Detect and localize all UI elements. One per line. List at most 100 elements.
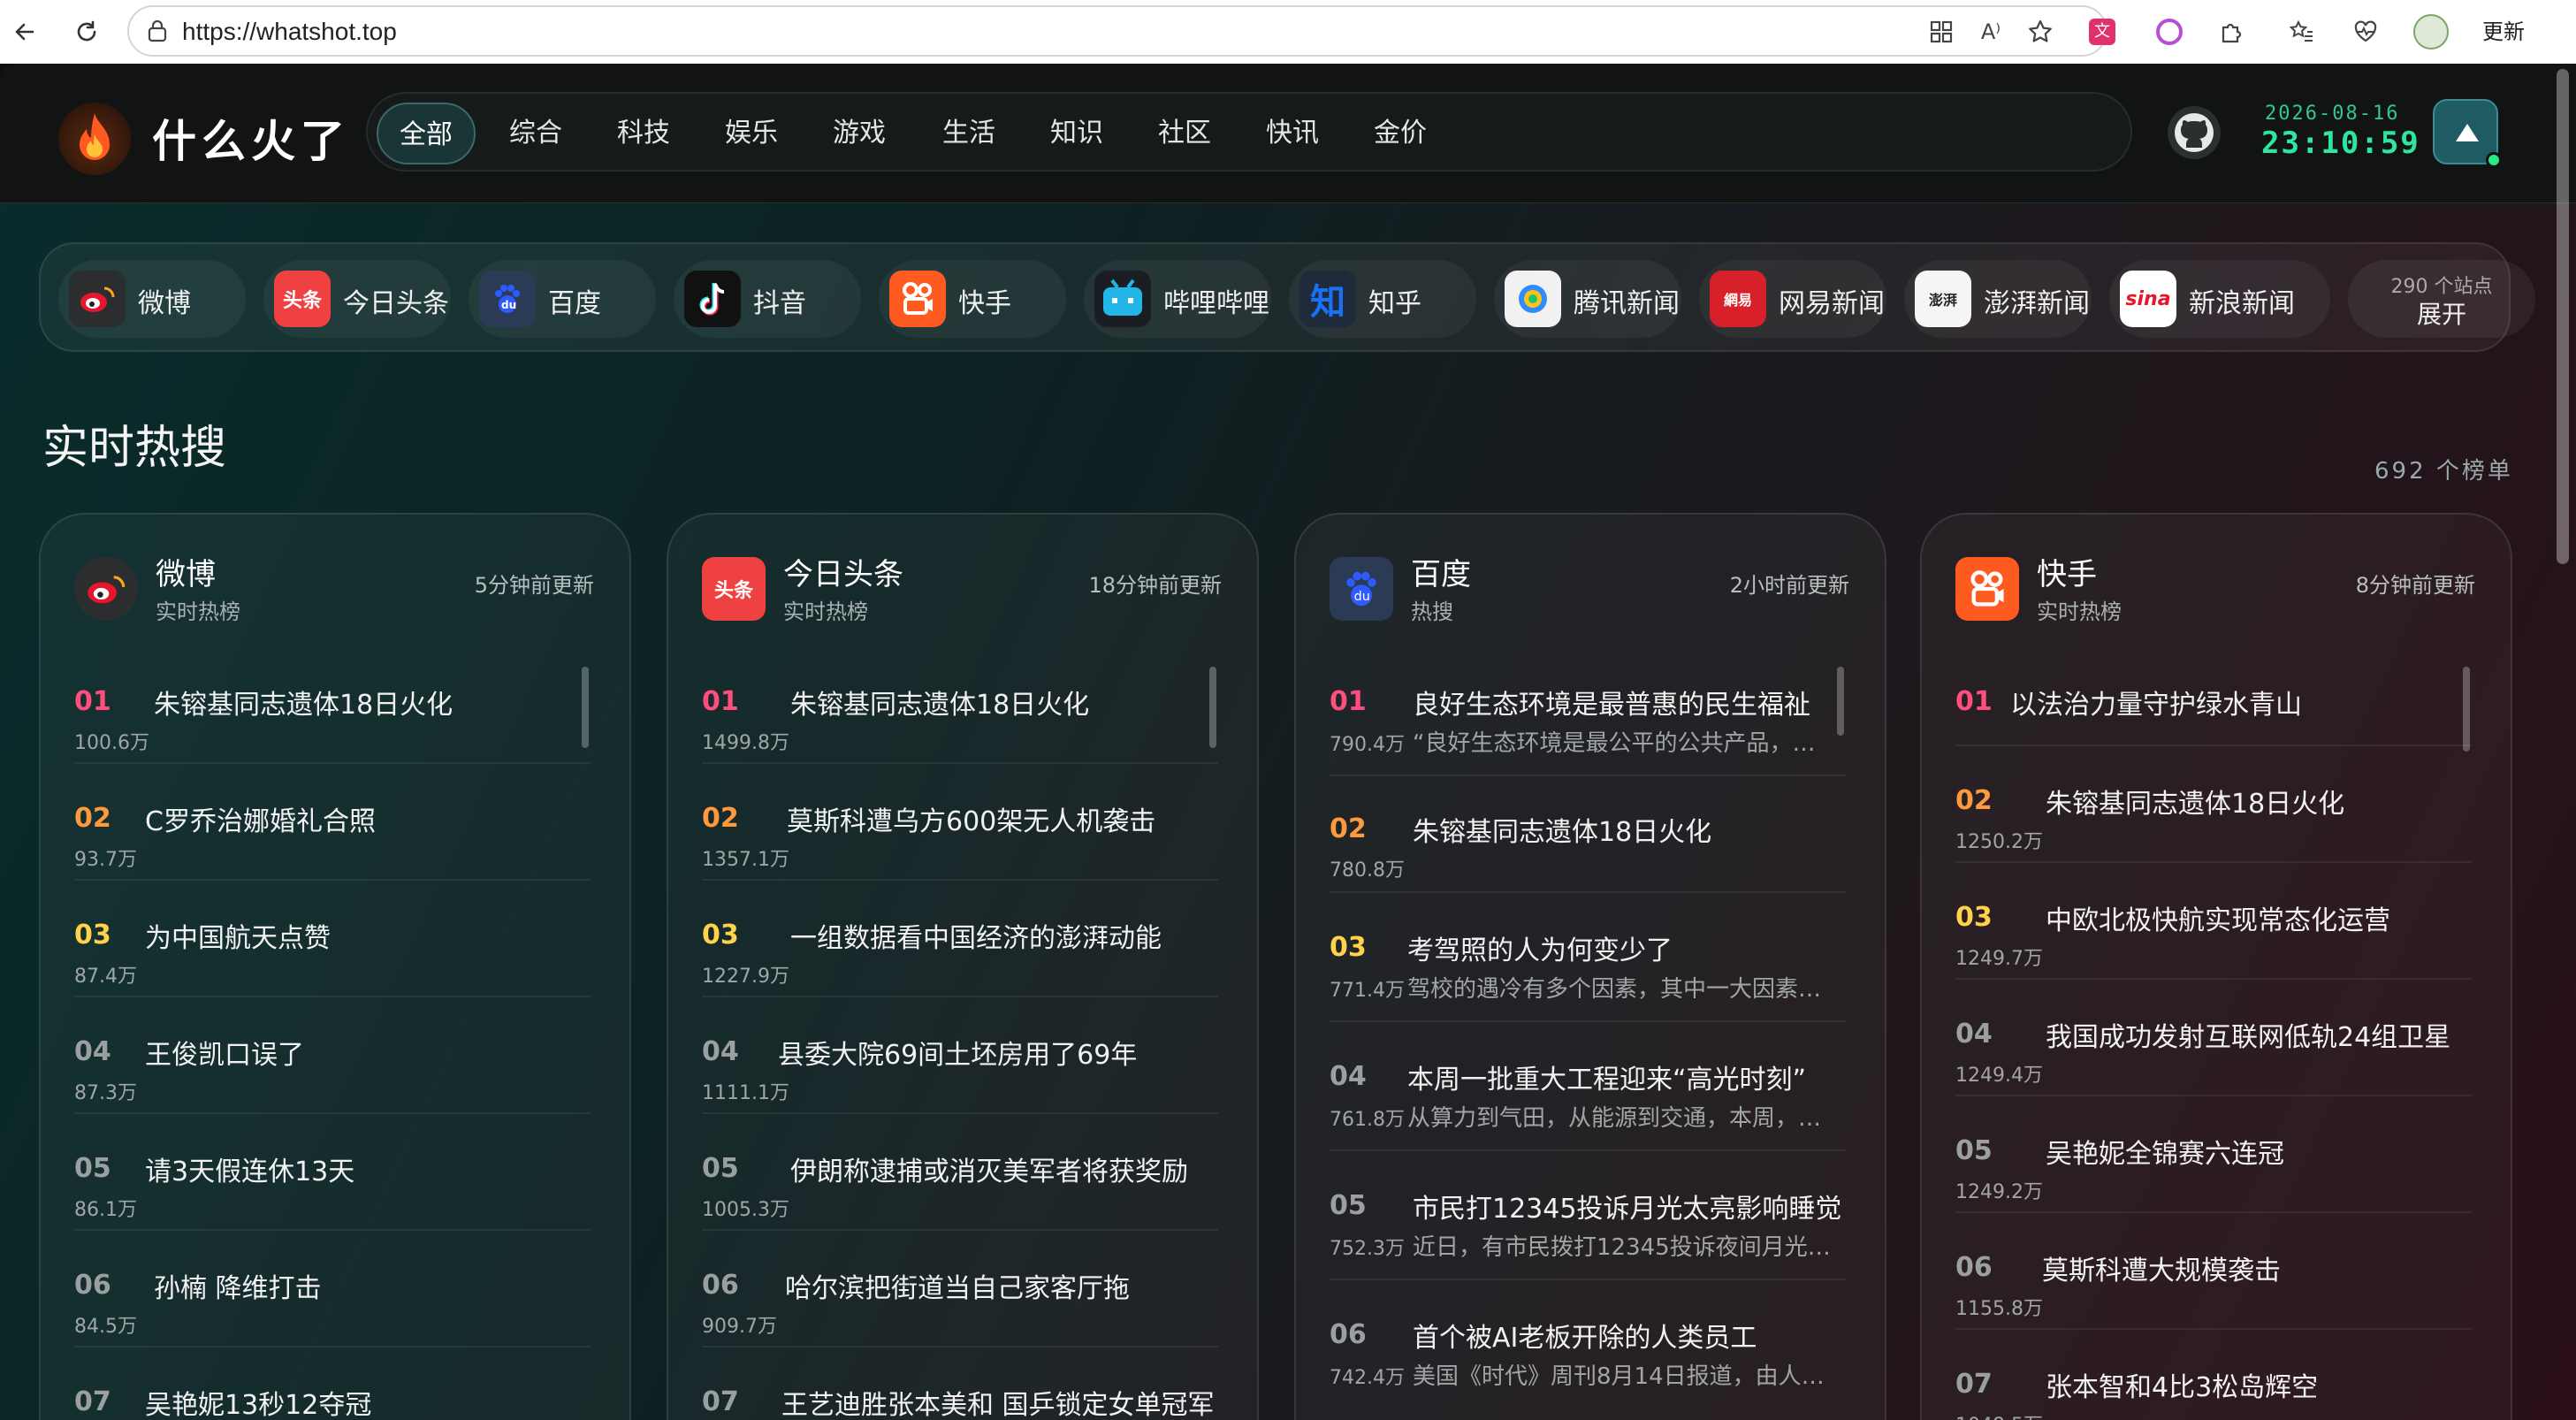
card-title[interactable]: 今日头条 [783,550,903,593]
platform-chip-tencent-news[interactable]: 腾讯新闻 [1494,260,1681,338]
nav-tab-general[interactable]: 综合 [486,103,585,164]
platform-chip-kuaishou[interactable]: 快手 [879,260,1066,338]
nav-tab-games[interactable]: 游戏 [810,103,909,164]
nav-tab-life[interactable]: 生活 [919,103,1018,164]
platform-chip-label: 网易新闻 [1779,288,1885,319]
hot-item[interactable]: 01 朱镕基同志遗体18日火化 100.6万 [74,647,591,764]
favorite-star-icon[interactable] [2021,12,2060,51]
back-icon[interactable] [5,12,44,51]
github-icon[interactable] [2168,106,2221,159]
category-nav: 全部 综合 科技 娱乐 游戏 生活 知识 社区 快讯 金价 [366,92,2132,172]
hot-item[interactable]: 06 首个被AI老板开除的人类员工 742.4万 美国《时代》周刊8月14日报道，由人… [1330,1280,1846,1409]
nav-tab-all[interactable]: 全部 [377,103,476,164]
rank-number: 01 [74,686,111,717]
card-title[interactable]: 快手 [2037,550,2097,593]
nav-tab-knowledge[interactable]: 知识 [1027,103,1126,164]
platform-chip-baidu[interactable]: du 百度 [469,260,656,338]
nav-tab-entertainment[interactable]: 娱乐 [702,103,801,164]
hot-item-heat: 1499.8万 [702,732,789,754]
platform-chip-zhihu[interactable]: 知 知乎 [1289,260,1476,338]
hot-item[interactable]: 03 中欧北极快航实现常态化运营 1249.7万 [1955,863,2472,980]
reload-icon[interactable] [67,12,106,51]
hot-item[interactable]: 04 王俊凯口误了 87.3万 [74,997,591,1114]
hot-item[interactable]: 05 吴艳妮全锦赛六连冠 1249.2万 [1955,1096,2472,1213]
rank-number: 02 [74,803,111,834]
translate-extension-icon[interactable]: 文 [2083,12,2122,51]
rank-number: 05 [1955,1135,1993,1166]
hot-item[interactable]: 07 张本智和4比3松岛辉空1048.5万 [1955,1330,2472,1420]
nav-tab-flash[interactable]: 快讯 [1243,103,1342,164]
total-lists-count: 692 个榜单 [2374,458,2513,485]
hot-item[interactable]: 07 吴艳妮13秒12夺冠 [74,1347,591,1420]
hot-item[interactable]: 01 以法治力量守护绿水青山 [1955,647,2472,746]
extensions-puzzle-icon[interactable] [2212,12,2251,51]
hot-item[interactable]: 01 朱镕基同志遗体18日火化 1499.8万 [702,647,1218,764]
hot-item[interactable]: 06 莫斯科遭大规模袭击 1155.8万 [1955,1213,2472,1330]
hot-item[interactable]: 04 县委大院69间土坯房用了69年 1111.1万 [702,997,1218,1114]
platform-chip-thepaper[interactable]: 澎湃 澎湃新闻 [1904,260,2092,338]
update-button[interactable]: 更新 [2482,14,2525,45]
hot-item[interactable]: 04 本周一批重大工程迎来“高光时刻” 761.8万 从算力到气田，从能源到交通，本周… [1330,1022,1846,1151]
health-heart-icon[interactable] [2346,12,2385,51]
nav-tab-community[interactable]: 社区 [1135,103,1234,164]
hot-item-heat: 909.7万 [702,1316,777,1338]
hot-item-title: 王俊凯口误了 [145,1040,304,1071]
rank-number: 07 [74,1386,111,1417]
platform-chip-bilibili[interactable]: 哔哩哔哩 [1084,260,1271,338]
hot-item[interactable]: 03 为中国航天点赞 87.4万 [74,881,591,997]
extension-badge-icon[interactable] [2150,12,2189,51]
hot-item-heat: 86.1万 [74,1199,137,1221]
rank-number: 04 [1330,1061,1367,1092]
card-title[interactable]: 百度 [1411,550,1471,593]
hot-item[interactable]: 02 朱镕基同志遗体18日火化 1250.2万 [1955,746,2472,863]
hot-item[interactable]: 02 莫斯科遭乌方600架无人机袭击 1357.1万 [702,764,1218,881]
address-bar[interactable]: https://whatshot.top [127,5,2107,57]
hot-item[interactable]: 03 考驾照的人为何变少了 771.4万 驾校的遇冷有多个因素，其中一大因素… [1330,893,1846,1022]
hot-item-heat: 1005.3万 [702,1199,789,1221]
clock-date: 2026-08-16 [2265,103,2400,125]
flame-logo-icon[interactable] [58,103,131,175]
hot-item[interactable]: 01 良好生态环境是最普惠的民生福祉 790.4万 “良好生态环境是最公平的公共产品，… [1330,647,1846,776]
profile-avatar-icon[interactable] [2412,12,2450,51]
hot-item-title: 首个被AI老板开除的人类员工 [1413,1323,1757,1354]
card-title[interactable]: 微博 [156,550,216,593]
platform-chip-label: 澎湃新闻 [1984,288,2090,319]
hot-item[interactable]: 03 一组数据看中国经济的澎湃动能 1227.9万 [702,881,1218,997]
platform-chip-douyin[interactable]: 抖音 [674,260,861,338]
page-scrollbar[interactable] [2557,69,2569,564]
user-avatar[interactable] [2433,99,2502,168]
platform-chip-sina-news[interactable]: sina 新浪新闻 [2109,260,2330,338]
platform-chip-netease-news[interactable]: 網易 网易新闻 [1699,260,1886,338]
hot-item[interactable]: 02 朱镕基同志遗体18日火化 780.8万 [1330,776,1846,893]
sina-news-icon: sina [2120,271,2176,327]
card-updated-time: 5分钟前更新 [474,573,594,598]
hot-item-title: 市民打12345投诉月光太亮影响睡觉 [1413,1194,1842,1225]
hot-item[interactable]: 05 伊朗称逮捕或消灭美军者将获奖励 1005.3万 [702,1114,1218,1231]
favorites-list-icon[interactable] [2283,12,2321,51]
hot-item-heat: 761.8万 [1330,1109,1405,1131]
douyin-icon [684,271,741,327]
hot-item[interactable]: 05 请3天假连休13天 86.1万 [74,1114,591,1231]
hot-item-title: 县委大院69间土坯房用了69年 [778,1040,1138,1071]
thepaper-icon: 澎湃 [1915,271,1971,327]
rank-number: 05 [702,1153,739,1184]
hot-item-heat: 93.7万 [74,849,137,871]
hot-item[interactable]: 06 孙楠 降维打击 84.5万 [74,1231,591,1347]
hot-list-card-weibo: 微博 实时热榜 5分钟前更新 01 朱镕基同志遗体18日火化 100.6万 02 C罗… [39,513,631,1420]
hot-item-title: 我国成功发射互联网低轨24组卫星 [2046,1022,2451,1053]
platform-chip-weibo[interactable]: 微博 [58,260,246,338]
nav-tab-tech[interactable]: 科技 [594,103,693,164]
nav-tab-gold-price[interactable]: 金价 [1351,103,1450,164]
platform-chip-toutiao[interactable]: 头条 今日头条 [263,260,451,338]
rank-number: 02 [1330,813,1367,844]
app-grid-icon[interactable] [1922,12,1961,51]
hot-item[interactable]: 06 哈尔滨把街道当自己家客厅拖 909.7万 [702,1231,1218,1347]
hot-item[interactable]: 05 市民打12345投诉月光太亮影响睡觉 752.3万 近日，有市民拨打12345投… [1330,1151,1846,1280]
hot-item-title: 张本智和4比3松岛辉空 [2046,1372,2319,1403]
hot-item[interactable]: 07 王艺迪胜张本美和 国乒锁定女单冠军 [702,1347,1218,1420]
read-aloud-icon[interactable]: A⁾ [1971,12,2010,51]
hot-item[interactable]: 02 C罗乔治娜婚礼合照 93.7万 [74,764,591,881]
expand-platforms-button[interactable]: 290 个站点 展开 [2348,260,2535,338]
hot-item[interactable]: 04 我国成功发射互联网低轨24组卫星 1249.4万 [1955,980,2472,1096]
app-title[interactable]: 什么火了 [152,106,350,170]
